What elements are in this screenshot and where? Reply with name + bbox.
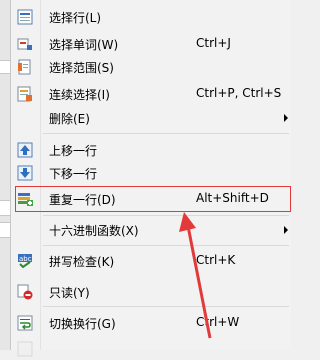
red-arrow-annotation — [179, 212, 212, 339]
